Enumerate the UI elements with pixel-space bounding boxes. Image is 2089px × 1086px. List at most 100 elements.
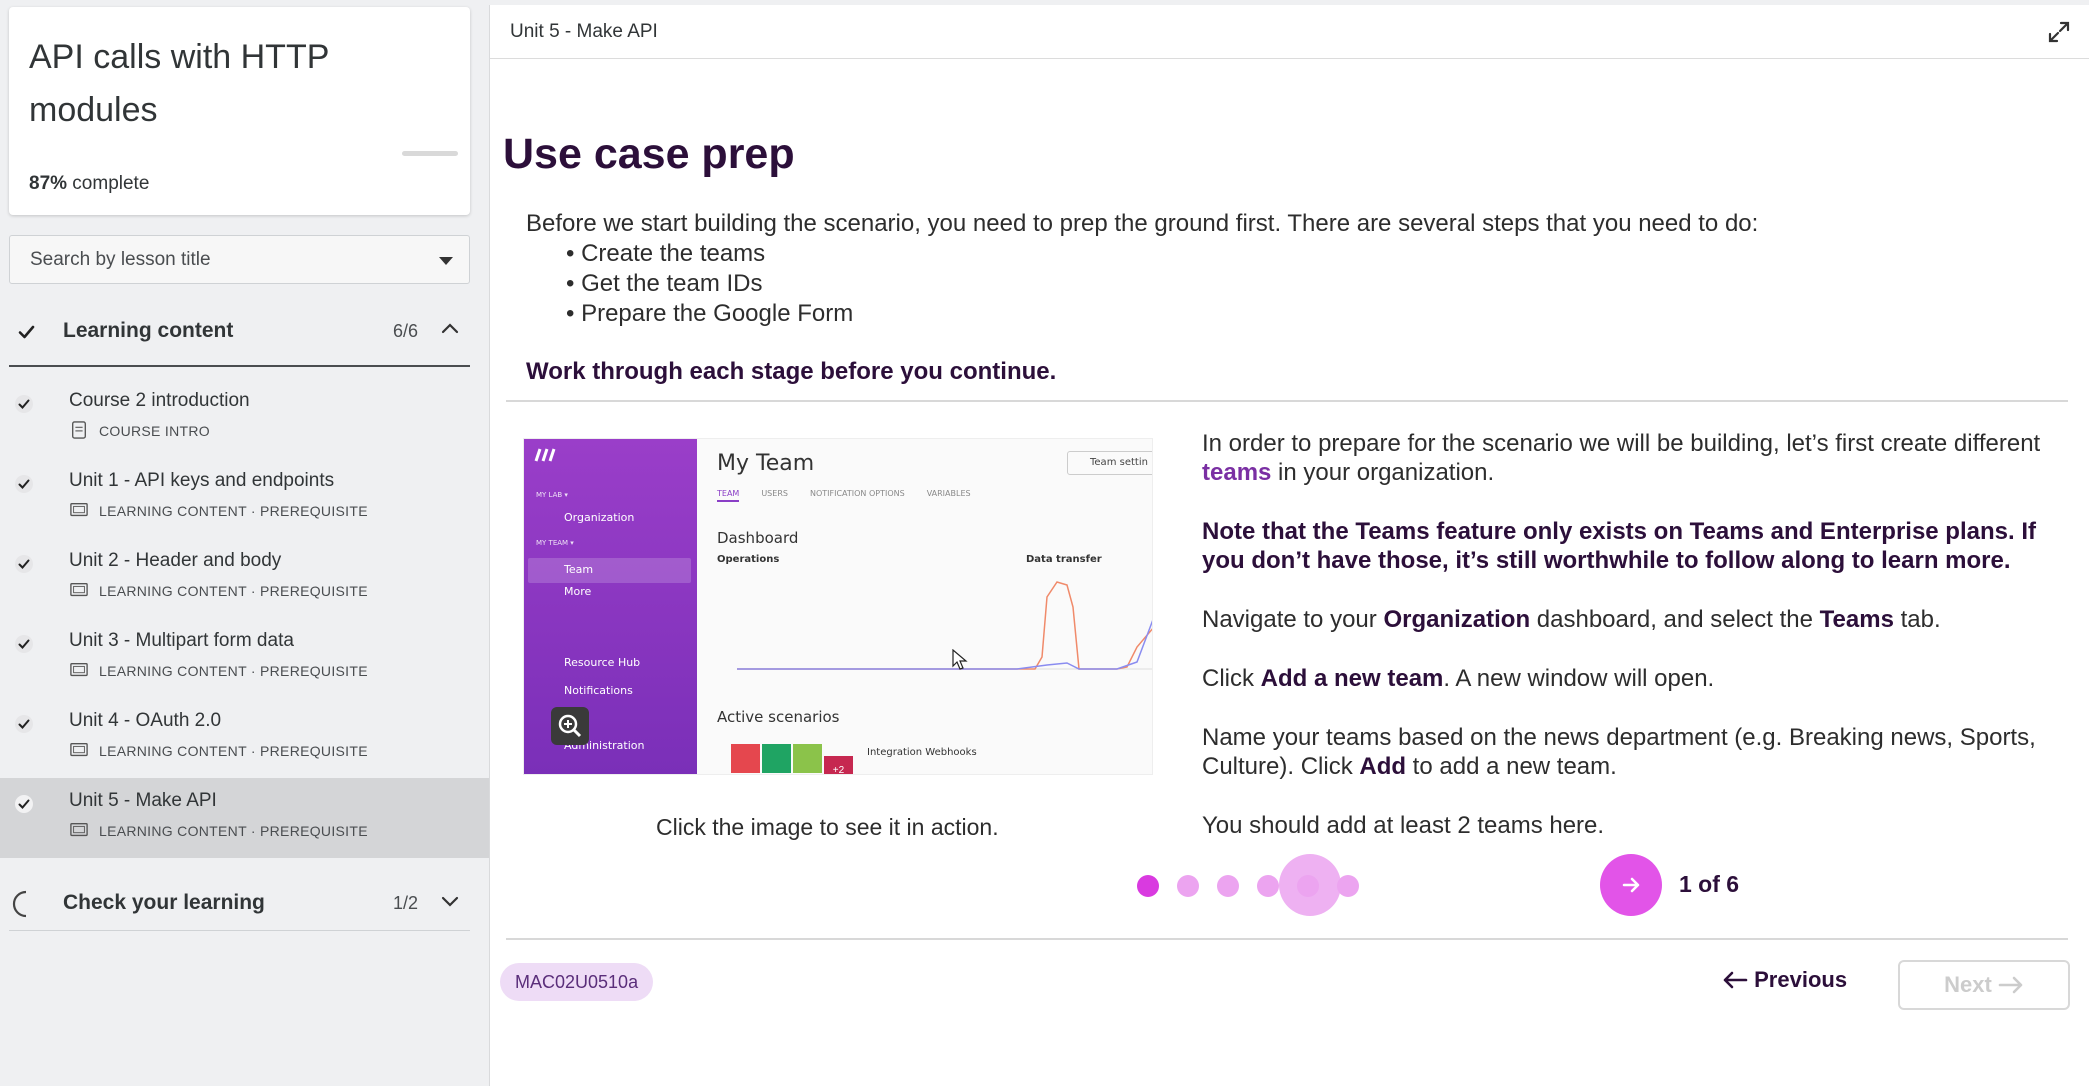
chevron-down-icon[interactable] (438, 889, 462, 913)
lesson-title: Unit 2 - Header and body (69, 550, 282, 571)
side-label: MY LAB ▾ (536, 491, 568, 499)
lesson-item[interactable]: Unit 4 - OAuth 2.0 LEARNING CONTENT · PR… (0, 698, 489, 778)
section-label: Learning content (63, 319, 234, 342)
side-label: MY TEAM ▾ (536, 539, 574, 547)
text: dashboard, and select the (1530, 606, 1820, 633)
tab-users: USERS (761, 489, 788, 498)
slide-paragraph: In order to prepare for the scenario we … (1202, 429, 2082, 487)
carousel-next-button[interactable] (1600, 854, 1662, 916)
lesson-search-select[interactable]: Search by lesson title (9, 235, 470, 284)
dashboard-chart (737, 581, 1152, 670)
lesson-meta-text: LEARNING CONTENT · PREREQUISITE (99, 743, 368, 759)
top-bar: Unit 5 - Make API (490, 5, 2089, 59)
text: Navigate to your (1202, 606, 1384, 633)
tutorial-image[interactable]: MY LAB ▾ Organization MY TEAM ▾ Team Mor… (523, 438, 1153, 775)
check-icon (15, 555, 33, 573)
next-button[interactable]: Next (1898, 960, 2070, 1010)
previous-button[interactable]: Previous (1722, 967, 1847, 993)
carousel-dot[interactable] (1217, 875, 1239, 897)
lesson-meta-text: LEARNING CONTENT · PREREQUISITE (99, 823, 368, 839)
intro-text: Before we start building the scenario, y… (526, 210, 1759, 237)
section-count: 6/6 (392, 321, 418, 341)
step-item: Create the teams (566, 239, 1758, 269)
side-item: Notifications (564, 684, 633, 697)
stage-note: Work through each stage before you conti… (526, 358, 1057, 385)
data-transfer-label: Data transfer (1026, 554, 1102, 565)
document-icon (72, 421, 86, 439)
carousel-dot[interactable] (1257, 875, 1279, 897)
text: tab. (1893, 606, 1941, 633)
screen-icon (70, 743, 88, 757)
progress-suffix: complete (67, 173, 150, 194)
text: to add a new team. (1406, 753, 1617, 780)
lesson-item[interactable]: Unit 1 - API keys and endpoints LEARNING… (0, 458, 489, 538)
step-item: Prepare the Google Form (566, 299, 1758, 329)
arrow-right-icon (1998, 976, 2023, 994)
lesson-meta-text: LEARNING CONTENT · PREREQUISITE (99, 663, 368, 679)
lesson-item[interactable]: Unit 2 - Header and body LEARNING CONTEN… (0, 538, 489, 618)
caret-down-icon (439, 257, 453, 265)
screenshot-title: My Team (717, 451, 815, 476)
lesson-item[interactable]: Course 2 introduction COURSE INTRO (0, 378, 489, 458)
screen-icon (70, 583, 88, 597)
section-check-your-learning[interactable]: Check your learning 1/2 (9, 875, 470, 931)
lesson-item-active[interactable]: Unit 5 - Make API LEARNING CONTENT · PRE… (0, 778, 489, 858)
screen-icon (70, 823, 88, 837)
check-icon (15, 715, 33, 733)
dashboard-label: Dashboard (717, 529, 799, 547)
check-icon (15, 395, 33, 413)
carousel-dot[interactable] (1297, 875, 1319, 897)
lesson-title: Course 2 introduction (69, 390, 250, 411)
tab-variables: VARIABLES (926, 489, 971, 498)
expand-icon[interactable] (2046, 19, 2072, 45)
text: In order to prepare for the scenario we … (1202, 430, 2041, 457)
selected-highlight (528, 558, 691, 583)
text-bold: Add (1359, 753, 1407, 780)
side-item: More (564, 585, 592, 598)
text: . A new window will open. (1443, 665, 1715, 692)
carousel-dot[interactable] (1137, 875, 1159, 897)
lesson-title: Unit 1 - API keys and endpoints (69, 470, 335, 491)
slide-paragraph: Name your teams based on the news depart… (1202, 723, 2082, 781)
active-scenarios-label: Active scenarios (717, 708, 840, 726)
tab-team: TEAM (717, 489, 740, 502)
carousel-dot[interactable] (1337, 875, 1359, 897)
slide-content: In order to prepare for the scenario we … (1202, 429, 2082, 870)
lesson-code-badge: MAC02U0510a (500, 963, 654, 1001)
lesson-item[interactable]: Unit 3 - Multipart form data LEARNING CO… (0, 618, 489, 698)
text: in your organization. (1271, 459, 1495, 486)
course-title: API calls with HTTP modules (29, 38, 329, 129)
search-placeholder: Search by lesson title (30, 249, 211, 270)
plan-note: Note that the Teams feature only exists … (1202, 518, 2036, 574)
team-settings-button: Team settin (1067, 451, 1152, 475)
text-bold: Add a new team (1260, 665, 1444, 692)
app-icon (793, 744, 822, 773)
image-caption: Click the image to see it in action. (656, 814, 999, 840)
zoom-icon[interactable] (551, 707, 589, 745)
section-learning-content[interactable]: Learning content 6/6 (9, 303, 470, 367)
app-sidebar: MY LAB ▾ Organization MY TEAM ▾ Team Mor… (524, 439, 697, 774)
app-icons: +2 (731, 744, 855, 774)
chevron-up-icon[interactable] (438, 317, 462, 341)
course-card: API calls with HTTP modules 87% complete (9, 7, 470, 215)
section-label: Check your learning (63, 891, 265, 914)
make-logo-icon (534, 448, 556, 462)
partial-progress-icon (12, 890, 27, 918)
lesson-title: Unit 5 - Make API (69, 790, 217, 811)
tab-notifications: NOTIFICATION OPTIONS (809, 489, 905, 498)
side-item: Team (564, 563, 594, 576)
teams-link[interactable]: teams (1202, 459, 1271, 486)
lesson-meta-text: LEARNING CONTENT · PREREQUISITE (99, 503, 368, 519)
text: Click (1202, 665, 1261, 692)
carousel-dot[interactable] (1177, 875, 1199, 897)
check-icon (18, 325, 35, 339)
steps-list: Create the teams Get the team IDs Prepar… (566, 239, 1758, 329)
screenshot-tabs: TEAM USERS NOTIFICATION OPTIONS VARIABLES (717, 489, 993, 502)
check-icon (15, 795, 33, 813)
lesson-meta-text: LEARNING CONTENT · PREREQUISITE (99, 583, 368, 599)
lesson-meta-text: COURSE INTRO (99, 423, 210, 439)
arrow-right-icon (1622, 877, 1640, 893)
progress-bar (402, 151, 458, 156)
unit-label: Unit 5 - Make API (510, 21, 658, 42)
text: Name your teams based on the news depart… (1202, 724, 2036, 780)
